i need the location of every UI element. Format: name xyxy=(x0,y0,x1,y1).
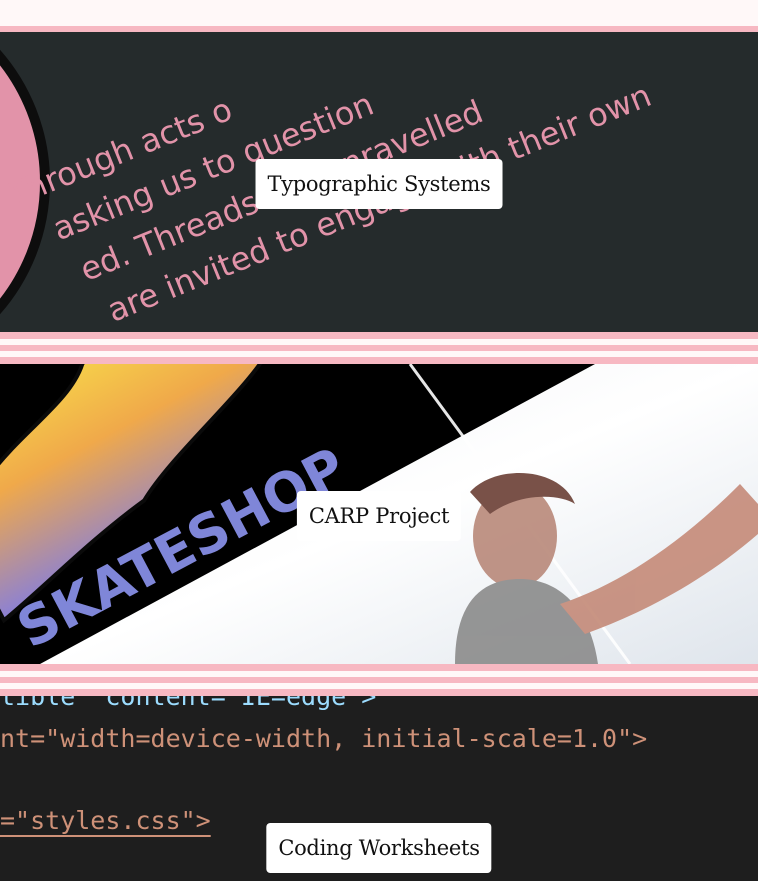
code-line: ="styles.css"> xyxy=(0,806,211,835)
separator-line xyxy=(0,664,758,671)
code-line: nt="width=device-width, initial-scale=1.… xyxy=(0,724,648,753)
separator-line xyxy=(0,345,758,351)
separator-line xyxy=(0,357,758,364)
project-tile-typographic-systems[interactable]: Through acts o asking us to question ed.… xyxy=(0,32,758,332)
code-line: tible" content="IE=edge"> xyxy=(0,696,377,711)
separator-line xyxy=(0,677,758,683)
project-title[interactable]: Coding Worksheets xyxy=(266,823,492,873)
separator-line xyxy=(0,689,758,696)
separator-line xyxy=(0,332,758,339)
project-title[interactable]: CARP Project xyxy=(296,491,462,541)
project-title[interactable]: Typographic Systems xyxy=(255,159,503,209)
project-tile-carp-project[interactable]: SKATESHOP CARP Project xyxy=(0,364,758,664)
project-tile-coding-worksheets[interactable]: tible" content="IE=edge"> nt="width=devi… xyxy=(0,696,758,881)
